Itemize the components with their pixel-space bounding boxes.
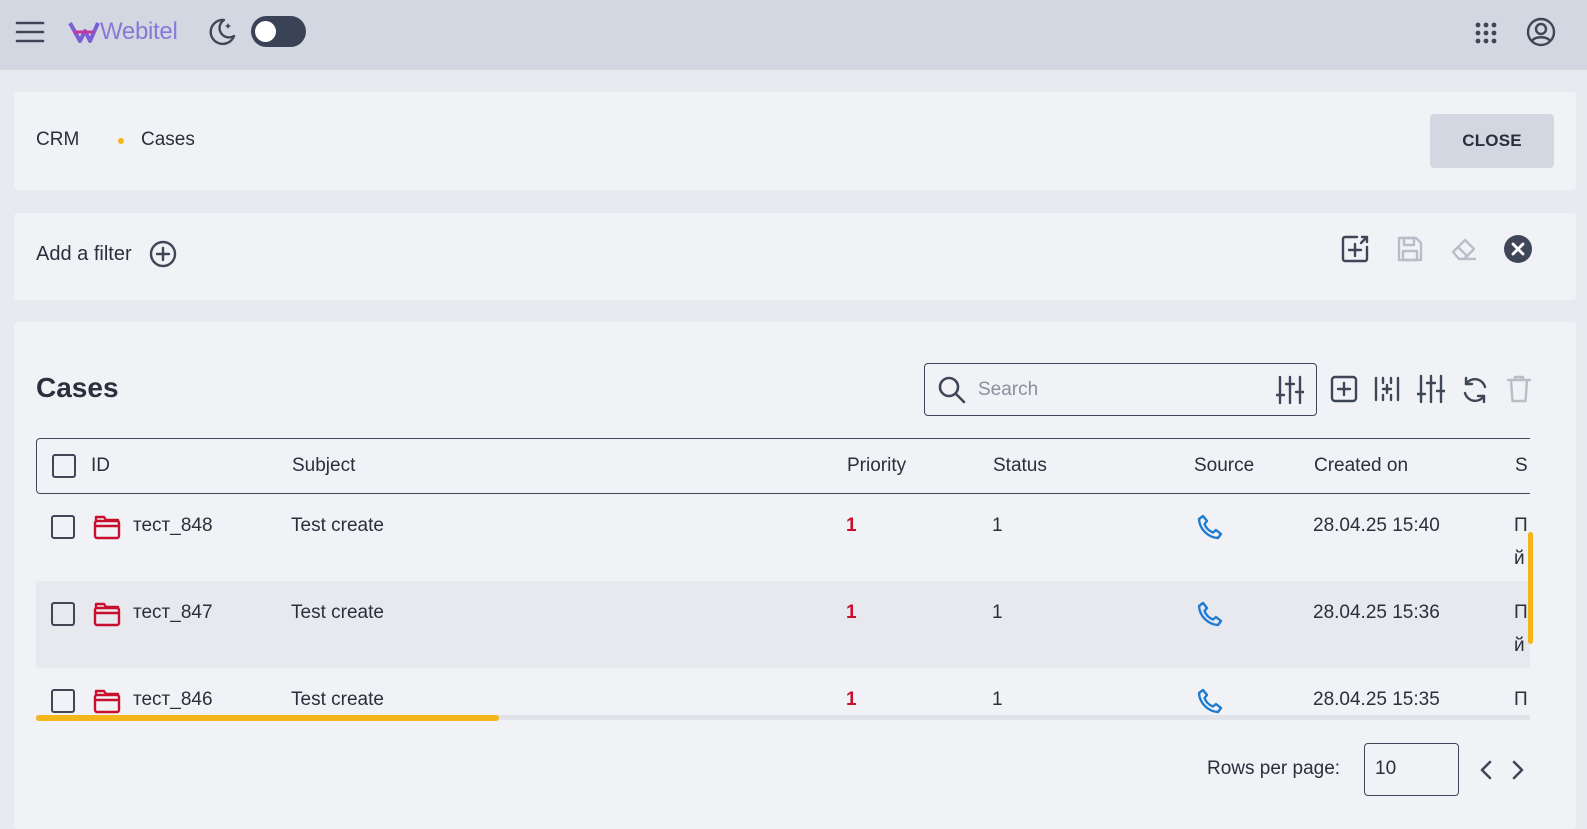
columns-icon[interactable] xyxy=(1372,374,1402,404)
case-subject: Test create xyxy=(291,602,384,623)
table-row[interactable]: тест_848 Test create 1 1 28.04.25 15:40 … xyxy=(36,494,1530,581)
case-folder-icon xyxy=(92,686,122,716)
clear-icon[interactable] xyxy=(1502,233,1534,265)
search-icon xyxy=(937,375,967,405)
phone-icon xyxy=(1195,512,1225,542)
save-icon xyxy=(1394,233,1426,265)
case-priority: 1 xyxy=(846,689,857,710)
row-checkbox[interactable] xyxy=(51,515,75,539)
search-box xyxy=(924,363,1317,416)
table-row[interactable]: тест_847 Test create 1 1 28.04.25 15:36 … xyxy=(36,581,1530,668)
cases-panel: Cases ID Subject Priority Status Source … xyxy=(14,322,1576,829)
filter-panel: Add a filter xyxy=(14,213,1576,300)
menu-icon[interactable] xyxy=(14,16,46,48)
theme-toggle[interactable] xyxy=(251,16,306,47)
phone-icon xyxy=(1195,686,1225,716)
case-created-on: 28.04.25 15:36 xyxy=(1313,602,1440,623)
refresh-icon[interactable] xyxy=(1459,374,1491,406)
column-priority[interactable]: Priority xyxy=(847,455,906,477)
phone-icon xyxy=(1195,599,1225,629)
column-status[interactable]: Status xyxy=(993,455,1047,477)
breadcrumb-crm[interactable]: CRM xyxy=(36,129,79,151)
case-id[interactable]: тест_848 xyxy=(133,515,213,537)
horizontal-scrollbar-thumb[interactable] xyxy=(36,715,499,721)
search-filter-icon[interactable] xyxy=(1275,375,1305,405)
case-created-on: 28.04.25 15:35 xyxy=(1313,689,1440,710)
top-bar: Webitel xyxy=(0,0,1587,70)
case-priority: 1 xyxy=(846,515,857,536)
case-id[interactable]: тест_846 xyxy=(133,689,213,711)
search-input[interactable] xyxy=(978,376,1258,404)
theme-moon-icon xyxy=(207,17,237,47)
case-created-on: 28.04.25 15:40 xyxy=(1313,515,1440,536)
breadcrumb-cases: Cases xyxy=(141,129,195,150)
settings-icon[interactable] xyxy=(1416,374,1446,404)
webitel-logo-icon xyxy=(68,18,100,46)
apps-grid-icon[interactable] xyxy=(1474,21,1498,45)
chevron-left-icon[interactable] xyxy=(1476,759,1496,781)
cases-table: ID Subject Priority Status Source Create… xyxy=(36,438,1530,724)
close-button[interactable]: CLOSE xyxy=(1430,114,1554,168)
column-subject[interactable]: Subject xyxy=(292,455,355,477)
case-folder-icon xyxy=(92,599,122,629)
add-filter-label[interactable]: Add a filter xyxy=(36,243,132,266)
import-icon[interactable] xyxy=(1339,233,1371,265)
row-checkbox[interactable] xyxy=(51,602,75,626)
row-checkbox[interactable] xyxy=(51,689,75,713)
toggle-knob xyxy=(255,21,276,42)
case-id[interactable]: тест_847 xyxy=(133,602,213,624)
brand-name: Webitel xyxy=(100,18,178,45)
table-header: ID Subject Priority Status Source Create… xyxy=(36,438,1530,494)
rows-per-page-label: Rows per page: xyxy=(1207,758,1341,779)
case-subject: Test create xyxy=(291,689,384,710)
case-subject: Test create xyxy=(291,515,384,536)
select-all-checkbox[interactable] xyxy=(52,454,76,478)
column-id[interactable]: ID xyxy=(91,455,110,477)
account-icon[interactable] xyxy=(1525,16,1557,48)
case-status: 1 xyxy=(992,602,1003,623)
case-priority: 1 xyxy=(846,602,857,623)
case-status: 1 xyxy=(992,515,1003,536)
case-status: 1 xyxy=(992,689,1003,710)
delete-icon xyxy=(1504,374,1534,404)
column-source[interactable]: Source xyxy=(1194,455,1254,477)
chevron-right-icon[interactable] xyxy=(1508,759,1528,781)
case-folder-icon xyxy=(92,512,122,542)
rows-per-page-select[interactable]: 10 xyxy=(1364,743,1459,796)
column-truncated[interactable]: S xyxy=(1515,455,1529,477)
breadcrumb-panel: CRM Cases CLOSE xyxy=(14,92,1576,190)
breadcrumb-separator xyxy=(118,138,124,144)
column-created-on[interactable]: Created on xyxy=(1314,455,1408,477)
add-filter-icon[interactable] xyxy=(148,239,178,269)
eraser-icon xyxy=(1448,233,1480,265)
vertical-scrollbar-thumb[interactable] xyxy=(1528,532,1533,644)
add-icon[interactable] xyxy=(1329,374,1359,404)
page-title: Cases xyxy=(36,372,119,403)
